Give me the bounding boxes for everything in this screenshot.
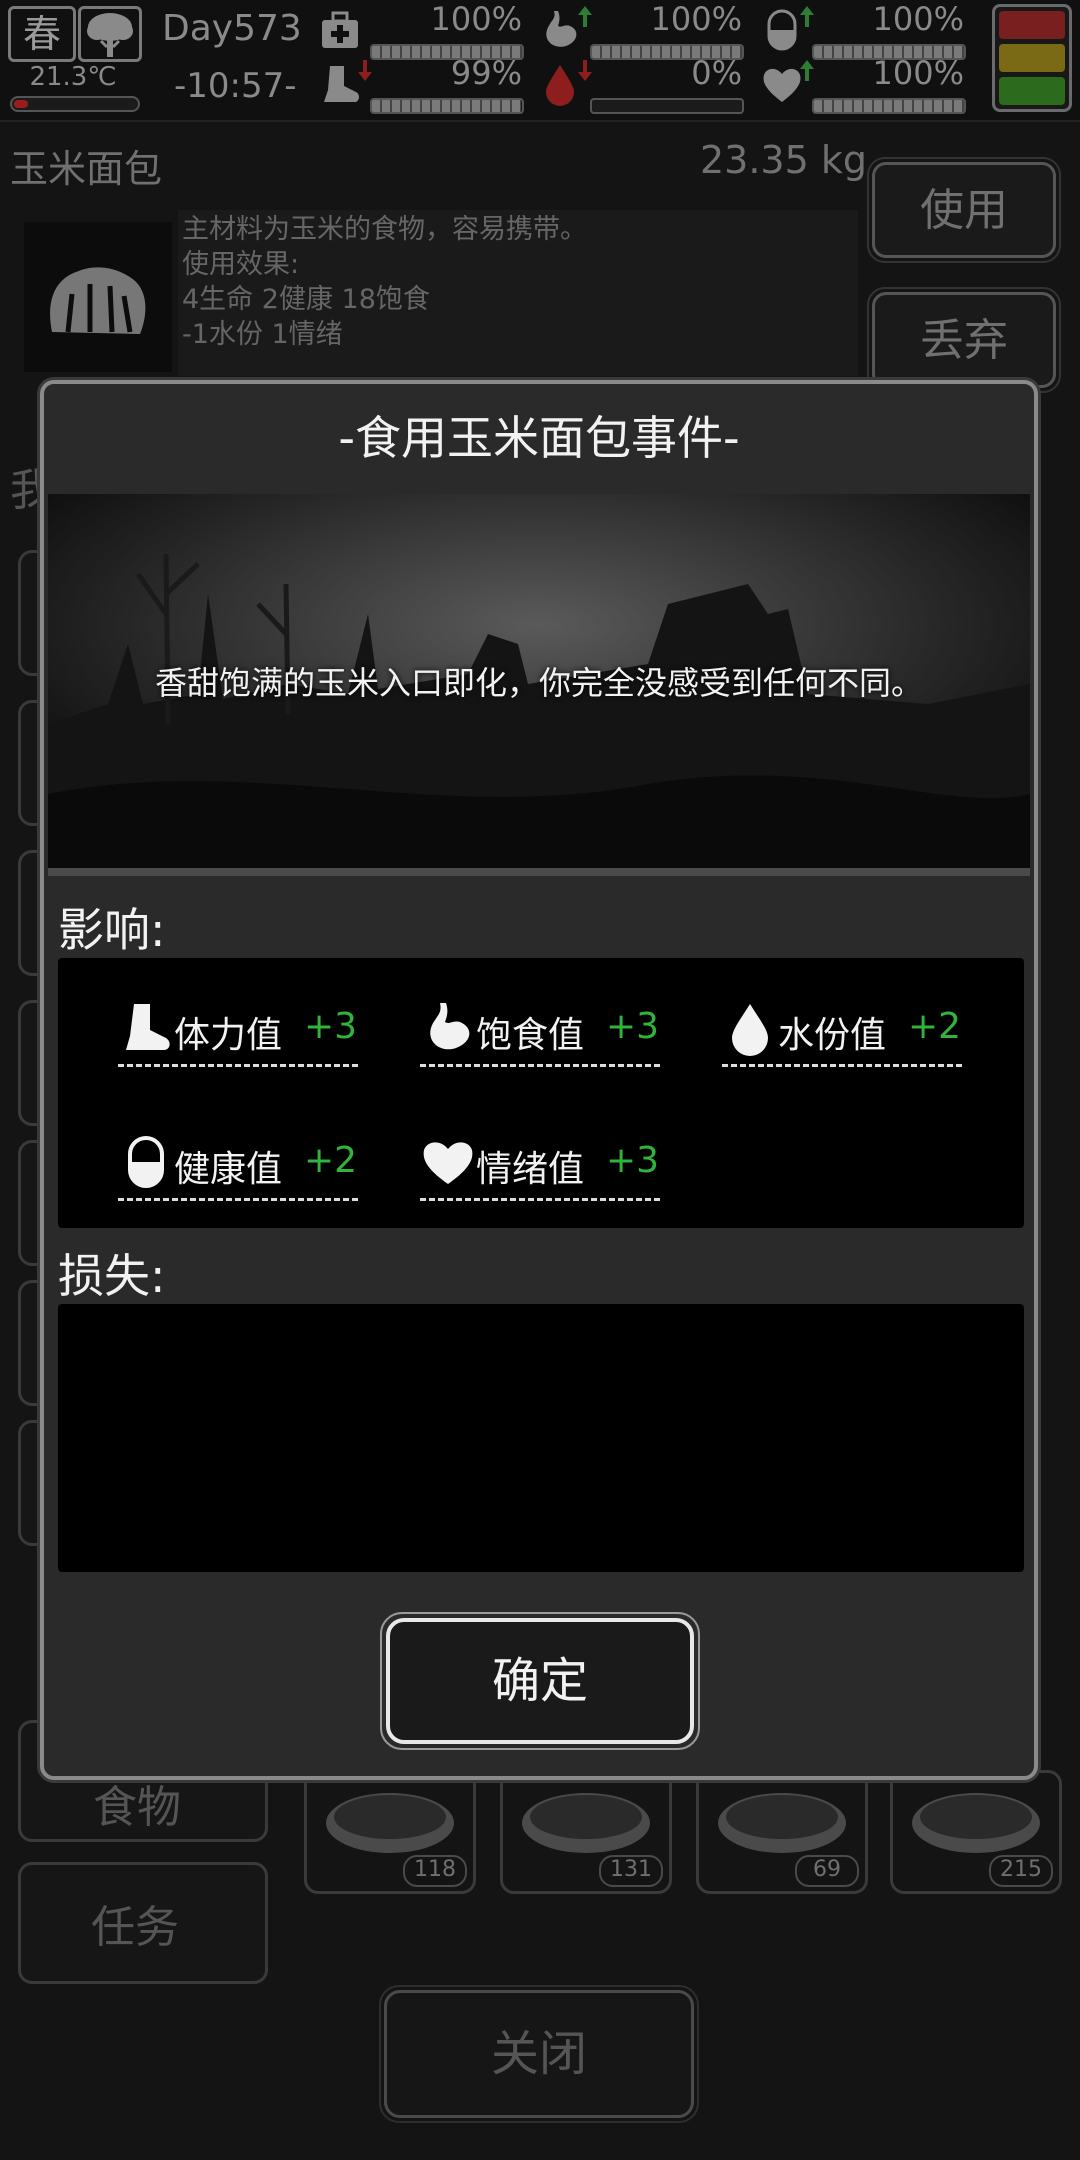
temperature-label: 21.3℃ <box>29 62 117 92</box>
stat-medkit: 100% <box>318 0 528 60</box>
stat-percent: 100% <box>872 0 964 38</box>
tree-storm-icon <box>78 6 142 62</box>
discard-button[interactable]: 丢弃 <box>867 287 1061 393</box>
close-button[interactable]: 关闭 <box>379 1985 699 2123</box>
stat-boot: 99% <box>318 54 528 114</box>
status-light-yellow <box>999 44 1065 72</box>
slot-count: 118 <box>403 1855 467 1887</box>
pill-icon <box>767 9 797 51</box>
season-badge: 春 <box>8 6 76 62</box>
effect-water: 水份值 +2 <box>722 996 972 1067</box>
medkit-icon <box>322 11 358 48</box>
dashed-underline <box>118 1198 358 1201</box>
stat-bar <box>370 98 524 114</box>
inventory-slot[interactable]: 131 <box>500 1770 672 1894</box>
temperature-bar <box>10 96 140 112</box>
game-clock: -10:57- <box>174 66 297 106</box>
stat-percent: 100% <box>650 0 742 38</box>
trend-down-icon <box>358 60 372 82</box>
stat-bar <box>812 98 966 114</box>
effect-satiety: 饱食值 +3 <box>420 996 670 1067</box>
inventory-slot[interactable]: 118 <box>304 1770 476 1894</box>
slot-count: 131 <box>599 1855 663 1887</box>
effect-value: +3 <box>606 1140 660 1181</box>
status-light-green <box>999 77 1065 105</box>
effect-value: +2 <box>304 1140 358 1181</box>
stomach-icon <box>430 1003 470 1050</box>
heart-icon <box>423 1142 473 1184</box>
status-light <box>992 4 1072 112</box>
item-name: 玉米面包 <box>10 147 163 191</box>
description-line: 主材料为玉米的食物，容易携带。 <box>182 214 587 245</box>
item-description: 主材料为玉米的食物，容易携带。 使用效果: 4生命 2健康 18饱食 -1水份 … <box>178 210 858 376</box>
stomach-icon <box>546 11 577 47</box>
effect-name: 情绪值 <box>476 1149 585 1190</box>
trend-up-icon <box>800 6 814 28</box>
stat-bar <box>590 98 744 114</box>
stat-stomach: 100% <box>538 0 748 60</box>
dialog-title: -食用玉米面包事件- <box>338 411 740 465</box>
description-line: 4生命 2健康 18饱食 <box>182 284 430 315</box>
description-line: 使用效果: <box>182 249 300 280</box>
losses-label: 损失: <box>58 1249 166 1303</box>
side-label: 食物 <box>93 1782 181 1833</box>
effect-name: 饱食值 <box>476 1015 585 1056</box>
side-label: 任务 <box>91 1902 179 1953</box>
effect-name: 体力值 <box>174 1015 283 1056</box>
status-light-red <box>999 11 1065 39</box>
effects-box: 体力值 +3 饱食值 +3 水份值 +2 健康值 +2 情绪值 +3 <box>58 958 1024 1228</box>
effect-health: 健康值 +2 <box>118 1130 368 1201</box>
inventory-slot[interactable]: 215 <box>890 1770 1062 1894</box>
effect-value: +3 <box>304 1006 358 1047</box>
water-drop-icon <box>546 65 574 106</box>
status-hud: 春 21.3℃ Day573 -10:57- 100% 100% 100% 99… <box>0 0 1080 122</box>
event-scene: 香甜饱满的玉米入口即化，你完全没感受到任何不同。 <box>48 494 1030 868</box>
effect-name: 健康值 <box>174 1149 283 1190</box>
stat-pill: 100% <box>760 0 970 60</box>
stat-heart: 100% <box>760 54 970 114</box>
inventory-slot[interactable]: 69 <box>696 1770 868 1894</box>
item-weight: 23.35 kg <box>700 138 867 182</box>
stat-percent: 100% <box>872 54 964 92</box>
dashed-underline <box>722 1064 962 1067</box>
divider <box>48 868 1030 876</box>
confirm-button[interactable]: 确定 <box>380 1612 700 1750</box>
stat-percent: 0% <box>691 54 742 92</box>
stat-percent: 99% <box>450 54 522 92</box>
effect-value: +3 <box>606 1006 660 1047</box>
boot-icon <box>324 66 359 102</box>
dashed-underline <box>420 1198 660 1201</box>
slot-count: 215 <box>989 1855 1053 1887</box>
slot-count: 69 <box>795 1855 859 1887</box>
dashed-underline <box>420 1064 660 1067</box>
event-description: 香甜饱满的玉米入口即化，你完全没感受到任何不同。 <box>154 664 923 702</box>
description-line: -1水份 1情绪 <box>182 319 343 350</box>
boot-icon <box>126 1004 170 1050</box>
task-tab[interactable]: 任务 <box>18 1862 268 1984</box>
effect-value: +2 <box>908 1006 962 1047</box>
dashed-underline <box>118 1064 358 1067</box>
event-dialog: -食用玉米面包事件- 香甜饱满的玉米入口即化，你完全没感受到任何不同。 影响: … <box>40 380 1038 1780</box>
effects-label: 影响: <box>58 903 166 957</box>
stat-percent: 100% <box>430 0 522 38</box>
trend-up-icon <box>578 6 592 28</box>
effect-stamina: 体力值 +3 <box>118 996 368 1067</box>
stat-water: 0% <box>538 54 748 114</box>
losses-box <box>58 1304 1024 1572</box>
bread-icon <box>24 222 172 372</box>
use-button[interactable]: 使用 <box>867 157 1061 263</box>
heart-icon <box>763 68 801 102</box>
effect-name: 水份值 <box>778 1015 887 1056</box>
trend-up-icon <box>800 60 814 82</box>
trend-down-icon <box>578 60 592 82</box>
day-counter: Day573 <box>162 8 302 49</box>
pill-icon <box>128 1136 164 1188</box>
water-drop-icon <box>732 1004 768 1056</box>
effect-mood: 情绪值 +3 <box>420 1130 670 1201</box>
